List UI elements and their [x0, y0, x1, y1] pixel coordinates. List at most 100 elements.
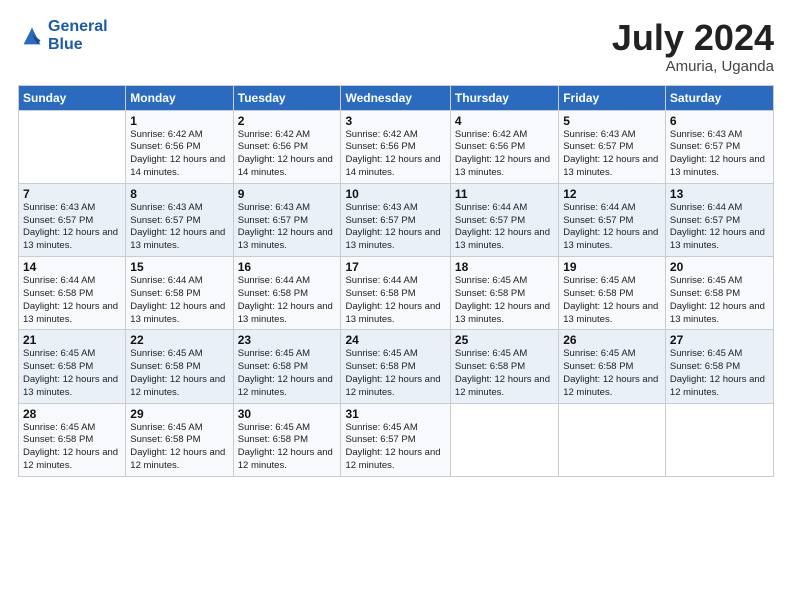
day-number: 25 — [455, 333, 554, 347]
day-info: Sunrise: 6:44 AM Sunset: 6:58 PM Dayligh… — [345, 275, 445, 326]
day-cell: 16Sunrise: 6:44 AM Sunset: 6:58 PM Dayli… — [233, 257, 341, 330]
day-cell — [559, 403, 666, 476]
day-number: 12 — [563, 187, 661, 201]
day-cell: 2Sunrise: 6:42 AM Sunset: 6:56 PM Daylig… — [233, 110, 341, 183]
day-number: 9 — [238, 187, 337, 201]
day-info: Sunrise: 6:45 AM Sunset: 6:58 PM Dayligh… — [455, 275, 554, 326]
day-cell: 31Sunrise: 6:45 AM Sunset: 6:57 PM Dayli… — [341, 403, 450, 476]
day-cell: 6Sunrise: 6:43 AM Sunset: 6:57 PM Daylig… — [665, 110, 773, 183]
day-number: 19 — [563, 260, 661, 274]
day-cell: 21Sunrise: 6:45 AM Sunset: 6:58 PM Dayli… — [19, 330, 126, 403]
day-number: 30 — [238, 407, 337, 421]
day-cell: 8Sunrise: 6:43 AM Sunset: 6:57 PM Daylig… — [126, 183, 233, 256]
day-number: 11 — [455, 187, 554, 201]
day-cell — [665, 403, 773, 476]
weekday-header-monday: Monday — [126, 85, 233, 110]
day-info: Sunrise: 6:43 AM Sunset: 6:57 PM Dayligh… — [563, 129, 661, 180]
day-info: Sunrise: 6:44 AM Sunset: 6:58 PM Dayligh… — [23, 275, 121, 326]
day-number: 7 — [23, 187, 121, 201]
week-row-3: 14Sunrise: 6:44 AM Sunset: 6:58 PM Dayli… — [19, 257, 774, 330]
day-cell: 24Sunrise: 6:45 AM Sunset: 6:58 PM Dayli… — [341, 330, 450, 403]
day-number: 2 — [238, 114, 337, 128]
weekday-header-sunday: Sunday — [19, 85, 126, 110]
day-info: Sunrise: 6:45 AM Sunset: 6:58 PM Dayligh… — [670, 275, 769, 326]
week-row-5: 28 Sunrise: 6:45 AM Sunset: 6:58 PM Dayli… — [19, 403, 774, 476]
day-cell: 25Sunrise: 6:45 AM Sunset: 6:58 PM Dayli… — [450, 330, 558, 403]
day-number: 16 — [238, 260, 337, 274]
logo: General Blue — [18, 18, 108, 53]
day-info: Sunrise: 6:43 AM Sunset: 6:57 PM Dayligh… — [345, 202, 445, 253]
day-cell: 22Sunrise: 6:45 AM Sunset: 6:58 PM Dayli… — [126, 330, 233, 403]
weekday-header-tuesday: Tuesday — [233, 85, 341, 110]
day-number: 18 — [455, 260, 554, 274]
day-info: Sunrise: 6:45 AM Sunset: 6:58 PM Dayligh… — [238, 348, 337, 399]
day-cell: 7Sunrise: 6:43 AM Sunset: 6:57 PM Daylig… — [19, 183, 126, 256]
day-info: Sunrise: 6:43 AM Sunset: 6:57 PM Dayligh… — [23, 202, 121, 253]
day-number: 22 — [130, 333, 228, 347]
day-info: Sunrise: 6:44 AM Sunset: 6:57 PM Dayligh… — [670, 202, 769, 253]
day-info: Sunrise: 6:45 AM Sunset: 6:57 PM Dayligh… — [345, 422, 445, 473]
week-row-2: 7Sunrise: 6:43 AM Sunset: 6:57 PM Daylig… — [19, 183, 774, 256]
day-cell: 19Sunrise: 6:45 AM Sunset: 6:58 PM Dayli… — [559, 257, 666, 330]
week-row-4: 21 Sunrise: 6:45 AM Sunset: 6:58 PM Dayli… — [19, 330, 774, 403]
day-cell: 29Sunrise: 6:45 AM Sunset: 6:58 PM Dayli… — [126, 403, 233, 476]
day-info: Sunrise: 6:45 AM Sunset: 6:58 PM Dayligh… — [130, 348, 228, 399]
day-info: Sunrise: 6:45 AM Sunset: 6:58 PM Dayligh… — [345, 348, 445, 399]
logo-text: General Blue — [48, 18, 108, 53]
day-cell: 23Sunrise: 6:45 AM Sunset: 6:58 PM Dayli… — [233, 330, 341, 403]
day-number: 26 — [563, 333, 661, 347]
day-number: 29 — [130, 407, 228, 421]
day-cell: 20Sunrise: 6:45 AM Sunset: 6:58 PM Dayli… — [665, 257, 773, 330]
day-info: Sunrise: 6:42 AM Sunset: 6:56 PM Dayligh… — [345, 129, 445, 180]
weekday-header-friday: Friday — [559, 85, 666, 110]
day-number: 24 — [345, 333, 445, 347]
day-info: Sunrise: 6:45 AM Sunset: 6:58 PM Dayligh… — [238, 422, 337, 473]
day-info: Sunrise: 6:44 AM Sunset: 6:57 PM Dayligh… — [455, 202, 554, 253]
location: Amuria, Uganda — [612, 58, 774, 75]
day-cell: 27Sunrise: 6:45 AM Sunset: 6:58 PM Dayli… — [665, 330, 773, 403]
day-number: 28 — [23, 407, 121, 421]
page: General Blue July 2024 Amuria, Uganda Su… — [0, 0, 792, 612]
day-info: Sunrise: 6:43 AM Sunset: 6:57 PM Dayligh… — [238, 202, 337, 253]
day-info: Sunrise: 6:45 AM Sunset: 6:58 PM Dayligh… — [455, 348, 554, 399]
day-info: Sunrise: 6:45 AM Sunset: 6:58 PM Dayligh… — [563, 275, 661, 326]
day-cell: 15Sunrise: 6:44 AM Sunset: 6:58 PM Dayli… — [126, 257, 233, 330]
day-cell: 4Sunrise: 6:42 AM Sunset: 6:56 PM Daylig… — [450, 110, 558, 183]
day-info: Sunrise: 6:44 AM Sunset: 6:58 PM Dayligh… — [130, 275, 228, 326]
day-number: 10 — [345, 187, 445, 201]
calendar-table: SundayMondayTuesdayWednesdayThursdayFrid… — [18, 85, 774, 477]
day-cell: 5Sunrise: 6:43 AM Sunset: 6:57 PM Daylig… — [559, 110, 666, 183]
day-info: Sunrise: 6:44 AM Sunset: 6:57 PM Dayligh… — [563, 202, 661, 253]
day-cell: 12Sunrise: 6:44 AM Sunset: 6:57 PM Dayli… — [559, 183, 666, 256]
day-info: Sunrise: 6:42 AM Sunset: 6:56 PM Dayligh… — [238, 129, 337, 180]
day-info: Sunrise: 6:43 AM Sunset: 6:57 PM Dayligh… — [130, 202, 228, 253]
day-number: 15 — [130, 260, 228, 274]
day-number: 1 — [130, 114, 228, 128]
day-cell: 18Sunrise: 6:45 AM Sunset: 6:58 PM Dayli… — [450, 257, 558, 330]
day-info: Sunrise: 6:43 AM Sunset: 6:57 PM Dayligh… — [670, 129, 769, 180]
day-cell: 9Sunrise: 6:43 AM Sunset: 6:57 PM Daylig… — [233, 183, 341, 256]
day-cell: 13Sunrise: 6:44 AM Sunset: 6:57 PM Dayli… — [665, 183, 773, 256]
day-info: Sunrise: 6:44 AM Sunset: 6:58 PM Dayligh… — [238, 275, 337, 326]
day-cell: 30Sunrise: 6:45 AM Sunset: 6:58 PM Dayli… — [233, 403, 341, 476]
weekday-header-row: SundayMondayTuesdayWednesdayThursdayFrid… — [19, 85, 774, 110]
day-number: 23 — [238, 333, 337, 347]
day-number: 5 — [563, 114, 661, 128]
day-number: 27 — [670, 333, 769, 347]
day-number: 21 — [23, 333, 121, 347]
weekday-header-saturday: Saturday — [665, 85, 773, 110]
day-number: 17 — [345, 260, 445, 274]
header: General Blue July 2024 Amuria, Uganda — [18, 18, 774, 75]
day-info: Sunrise: 6:42 AM Sunset: 6:56 PM Dayligh… — [130, 129, 228, 180]
day-cell: 28Sunrise: 6:45 AM Sunset: 6:58 PM Dayli… — [19, 403, 126, 476]
title-block: July 2024 Amuria, Uganda — [612, 18, 774, 75]
day-cell — [19, 110, 126, 183]
day-number: 4 — [455, 114, 554, 128]
day-cell: 11Sunrise: 6:44 AM Sunset: 6:57 PM Dayli… — [450, 183, 558, 256]
day-info: Sunrise: 6:42 AM Sunset: 6:56 PM Dayligh… — [455, 129, 554, 180]
day-number: 14 — [23, 260, 121, 274]
day-cell: 26Sunrise: 6:45 AM Sunset: 6:58 PM Dayli… — [559, 330, 666, 403]
day-info: Sunrise: 6:45 AM Sunset: 6:58 PM Dayligh… — [563, 348, 661, 399]
month-title: July 2024 — [612, 18, 774, 58]
day-cell: 1Sunrise: 6:42 AM Sunset: 6:56 PM Daylig… — [126, 110, 233, 183]
